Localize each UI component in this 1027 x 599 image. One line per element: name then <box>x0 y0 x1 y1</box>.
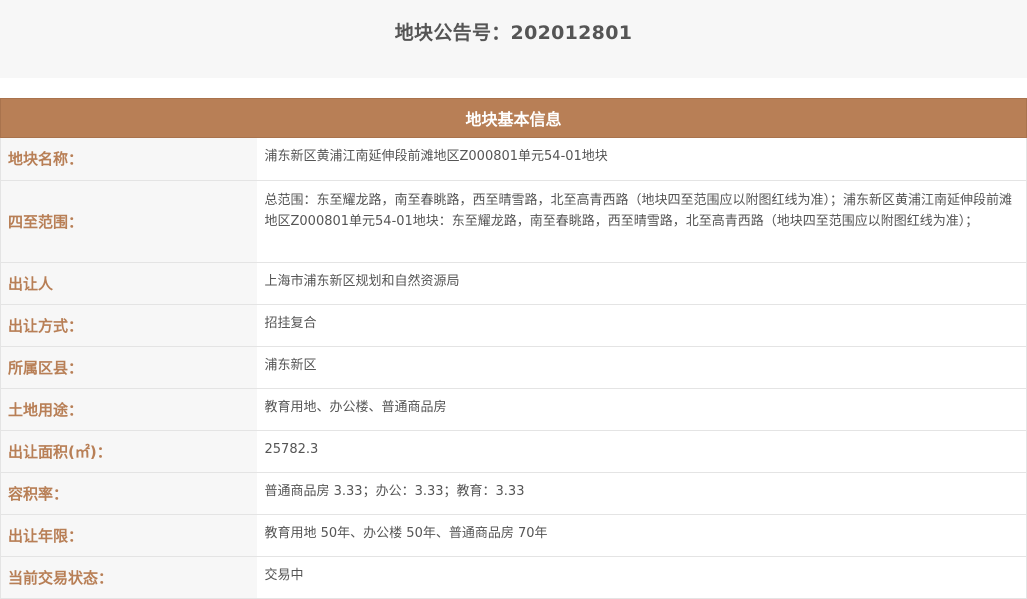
table-row-grantor: 出让人 上海市浦东新区规划和自然资源局 <box>0 262 1027 305</box>
row-value: 教育用地、办公楼、普通商品房 <box>256 388 1027 431</box>
row-value: 浦东新区 <box>256 346 1027 389</box>
row-label: 四至范围： <box>0 180 257 263</box>
table-row-transfer-method: 出让方式： 招挂复合 <box>0 304 1027 347</box>
row-label: 土地用途： <box>0 388 257 431</box>
table-row-parcel-name: 地块名称： 浦东新区黄浦江南延伸段前滩地区Z000801单元54-01地块 <box>0 138 1027 181</box>
row-value: 交易中 <box>256 556 1027 599</box>
row-label: 所属区县： <box>0 346 257 389</box>
row-value: 上海市浦东新区规划和自然资源局 <box>256 262 1027 305</box>
table-row-land-use: 土地用途： 教育用地、办公楼、普通商品房 <box>0 388 1027 431</box>
row-label: 地块名称： <box>0 138 257 181</box>
row-label: 出让年限： <box>0 514 257 557</box>
row-value: 浦东新区黄浦江南延伸段前滩地区Z000801单元54-01地块 <box>256 138 1027 181</box>
land-basic-info-panel: 地块基本信息 地块名称： 浦东新区黄浦江南延伸段前滩地区Z000801单元54-… <box>0 98 1027 599</box>
row-value: 25782.3 <box>256 430 1027 473</box>
table-row-district: 所属区县： 浦东新区 <box>0 346 1027 389</box>
row-value: 招挂复合 <box>256 304 1027 347</box>
table-row-area: 出让面积(㎡)： 25782.3 <box>0 430 1027 473</box>
panel-title: 地块基本信息 <box>0 98 1027 138</box>
table-row-term: 出让年限： 教育用地 50年、办公楼 50年、普通商品房 70年 <box>0 514 1027 557</box>
row-label: 容积率： <box>0 472 257 515</box>
table-row-plot-ratio: 容积率： 普通商品房 3.33；办公：3.33；教育：3.33 <box>0 472 1027 515</box>
row-label: 当前交易状态： <box>0 556 257 599</box>
table-row-boundaries: 四至范围： 总范围：东至耀龙路，南至春眺路，西至晴雪路，北至高青西路（地块四至范… <box>0 180 1027 263</box>
row-label: 出让方式： <box>0 304 257 347</box>
row-value: 总范围：东至耀龙路，南至春眺路，西至晴雪路，北至高青西路（地块四至范围应以附图红… <box>256 180 1027 263</box>
table-row-status: 当前交易状态： 交易中 <box>0 556 1027 599</box>
announcement-number-title: 地块公告号：202012801 <box>394 21 633 44</box>
row-label: 出让面积(㎡)： <box>0 430 257 473</box>
land-info-table: 地块名称： 浦东新区黄浦江南延伸段前滩地区Z000801单元54-01地块 四至… <box>0 138 1027 599</box>
row-value: 普通商品房 3.33；办公：3.33；教育：3.33 <box>256 472 1027 515</box>
announcement-header: 地块公告号：202012801 <box>0 0 1027 78</box>
row-value: 教育用地 50年、办公楼 50年、普通商品房 70年 <box>256 514 1027 557</box>
row-label: 出让人 <box>0 262 257 305</box>
